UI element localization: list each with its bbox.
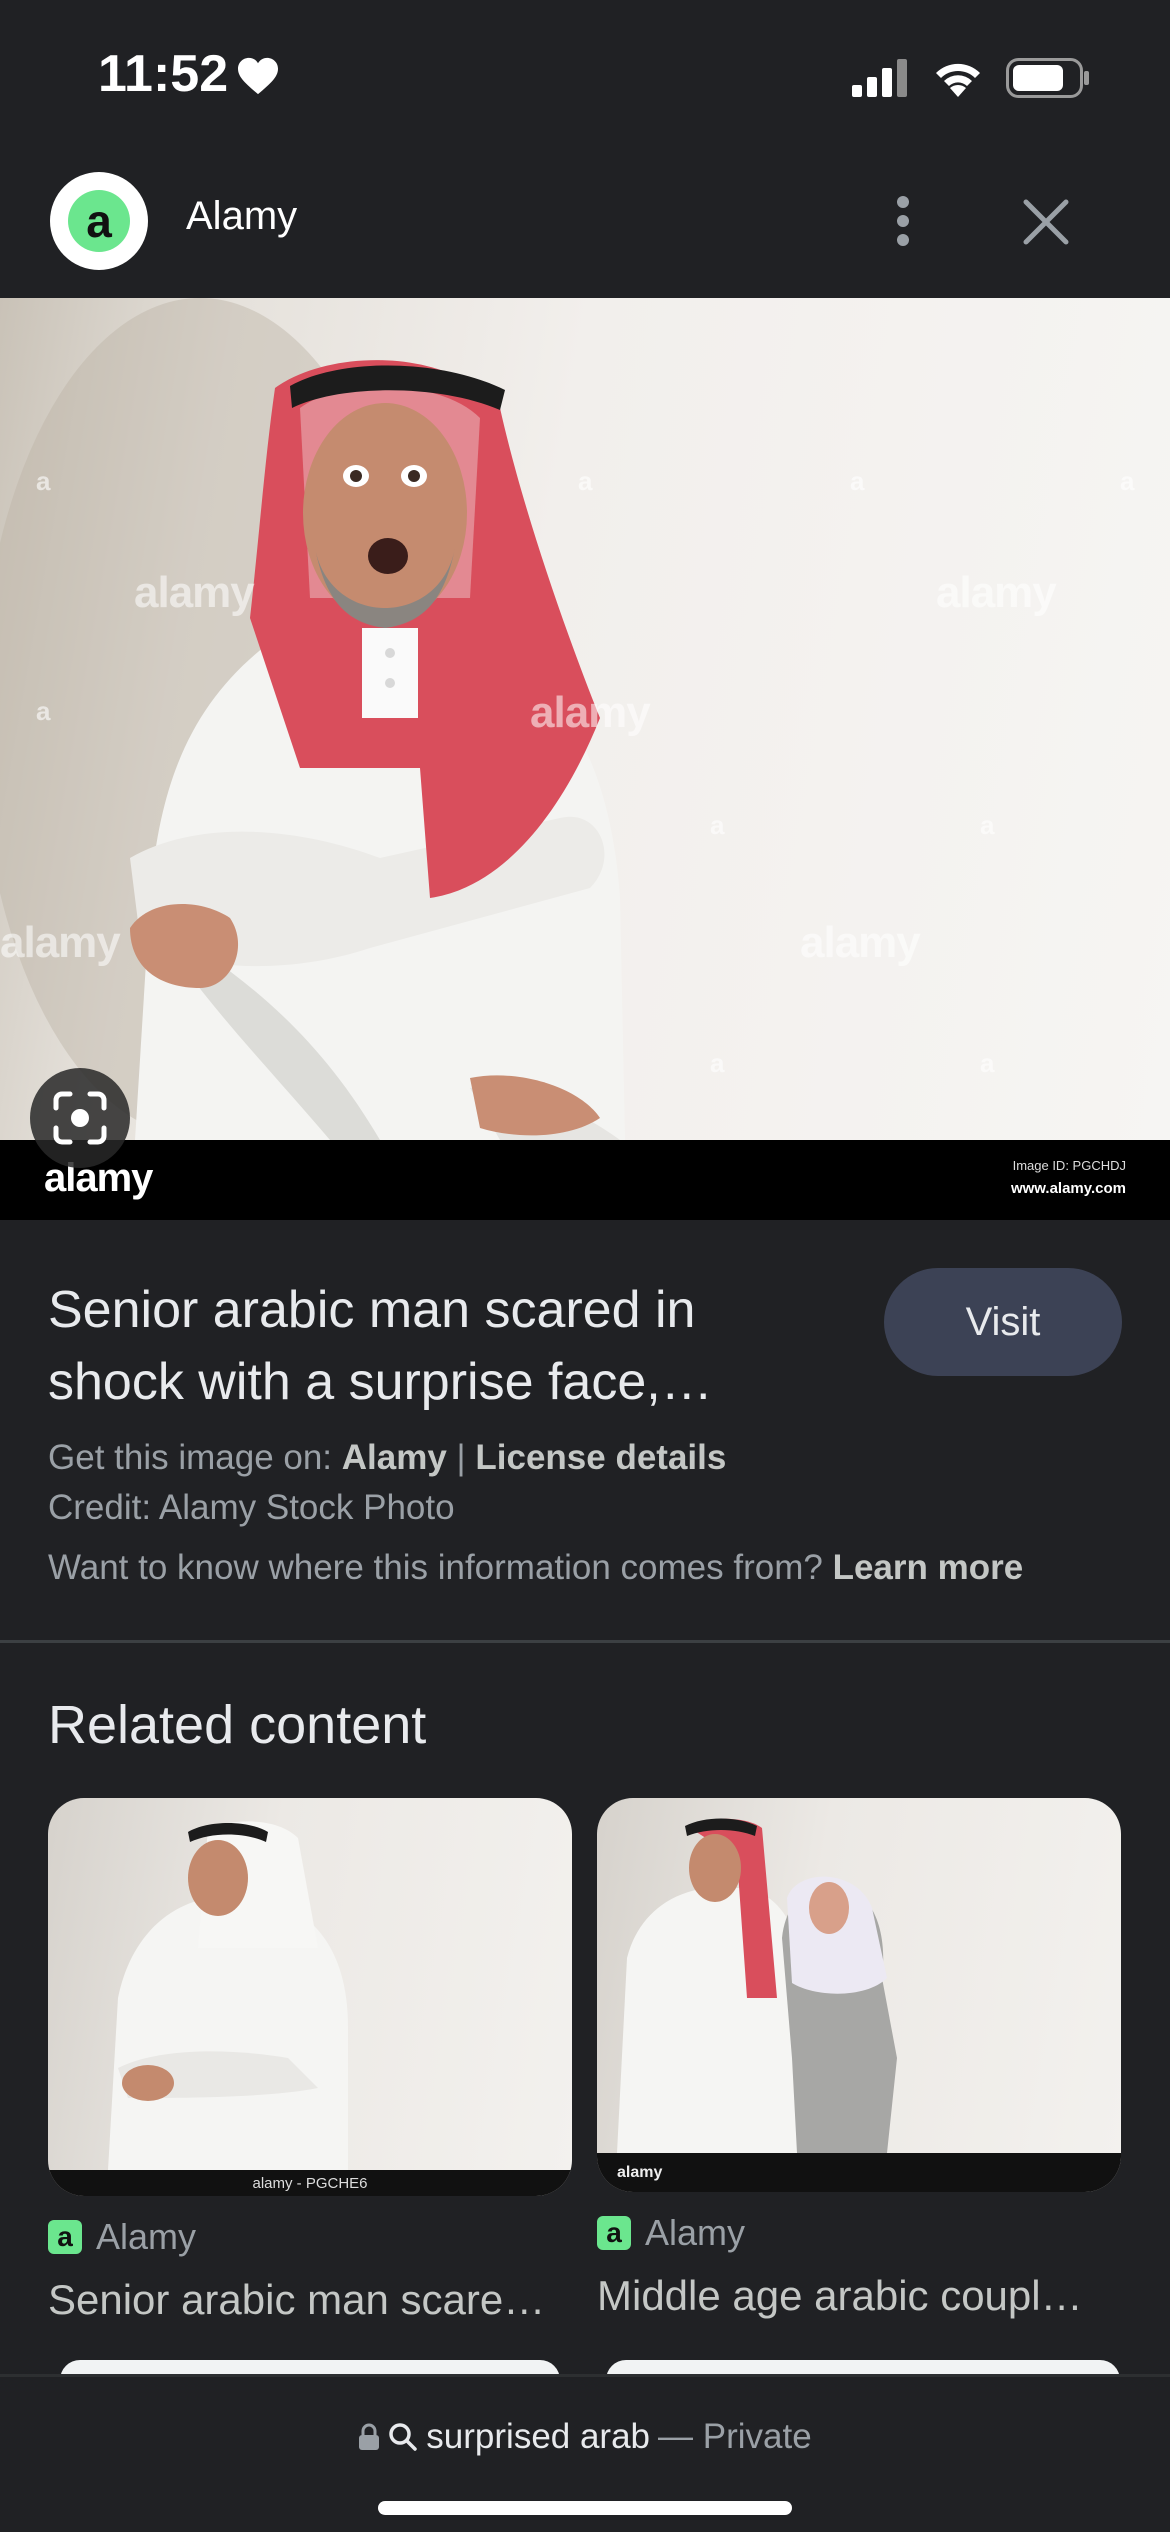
separator: | (446, 1438, 476, 1477)
alamy-favicon-icon: a (597, 2216, 631, 2250)
watermark: alamy (0, 918, 121, 967)
battery-icon (1006, 58, 1089, 98)
hero-photo: alamy alamy alamy alamy alamy a a a a a … (0, 298, 1170, 1140)
heart-icon (238, 57, 278, 95)
google-lens-button[interactable] (30, 1068, 130, 1168)
site-logo[interactable]: a (50, 172, 148, 270)
page-header: a Alamy (0, 150, 1170, 298)
card-title[interactable]: Middle age arabic coupl… (597, 2272, 1121, 2320)
image-title[interactable]: Senior arabic man scared in shock with a… (48, 1274, 808, 1418)
more-options-icon[interactable] (870, 188, 936, 254)
watermark-letter: a (36, 696, 51, 726)
card-source: a Alamy (48, 2216, 572, 2258)
thumbnail-strip-text: alamy (617, 2164, 662, 2181)
thumbnail-illustration: alamy (597, 1818, 1121, 2192)
card-title[interactable]: Senior arabic man scare… (48, 2276, 572, 2324)
status-time: 11:52 (98, 45, 229, 103)
watermark-letter: a (710, 810, 725, 840)
learn-more-link[interactable]: Learn more (833, 1548, 1024, 1587)
search-icon (389, 2423, 418, 2451)
question-text: Want to know where this information come… (48, 1548, 833, 1587)
alamy-logo-icon: a (68, 190, 130, 252)
source-link[interactable]: Alamy (342, 1438, 447, 1477)
related-card[interactable]: alamy a Alamy Middle age arabic coupl… (597, 1798, 1121, 2320)
lens-icon (53, 1091, 107, 1145)
credit-line: Credit: Alamy Stock Photo (48, 1488, 455, 1527)
search-query: surprised arab (426, 2417, 651, 2456)
image-credit-strip: alamy Image ID: PGCHDJ www.alamy.com (0, 1140, 1170, 1220)
watermark: alamy (530, 688, 651, 737)
watermark-letter: a (980, 810, 995, 840)
private-label: — Private (658, 2417, 812, 2456)
related-thumbnail[interactable]: alamy (597, 1798, 1121, 2192)
cellular-signal-icon (852, 59, 907, 97)
related-card[interactable]: alamy - PGCHE6 a Alamy Senior arabic man… (48, 1798, 572, 2324)
status-icons (852, 58, 1090, 98)
divider (0, 1640, 1170, 1643)
watermark: alamy (800, 918, 921, 967)
thumbnail-illustration: alamy - PGCHE6 (48, 1821, 572, 2196)
watermark-letter: a (36, 466, 51, 496)
watermark: alamy (134, 568, 255, 617)
related-thumbnail[interactable]: alamy - PGCHE6 (48, 1798, 572, 2196)
watermark-letter: a (1120, 466, 1135, 496)
source-name: Alamy (96, 2216, 197, 2257)
watermark-letter: a (980, 1048, 995, 1078)
watermark: alamy (936, 568, 1057, 617)
thumbnail-strip-text: alamy - PGCHE6 (252, 2175, 367, 2192)
watermark-letter: a (578, 466, 593, 496)
card-source: a Alamy (597, 2212, 1121, 2254)
lock-icon (359, 2423, 380, 2450)
source-line: Get this image on: Alamy | License detai… (48, 1438, 726, 1478)
site-name[interactable]: Alamy (186, 194, 297, 239)
status-bar: 11:52 (0, 0, 1170, 150)
info-question: Want to know where this information come… (48, 1548, 1023, 1588)
image-info: Senior arabic man scared in shock with a… (0, 1220, 1170, 1640)
license-details-link[interactable]: License details (475, 1438, 726, 1477)
visit-button[interactable]: Visit (884, 1268, 1122, 1376)
home-indicator[interactable] (378, 2501, 792, 2515)
search-query-row[interactable]: surprised arab — Private (0, 2417, 1170, 2457)
image-url: www.alamy.com (1010, 1180, 1126, 1197)
alamy-favicon-icon: a (48, 2220, 82, 2254)
watermark-letter: a (850, 466, 865, 496)
watermark-letter: a (710, 1048, 725, 1078)
source-name: Alamy (645, 2212, 746, 2253)
image-id: Image ID: PGCHDJ (1012, 1158, 1126, 1173)
bottom-search-bar[interactable]: surprised arab — Private (0, 2374, 1170, 2532)
close-icon[interactable] (1010, 186, 1082, 258)
get-label: Get this image on: (48, 1438, 342, 1477)
related-content-heading: Related content (48, 1695, 427, 1755)
preview-image[interactable]: alamy alamy alamy alamy alamy a a a a a … (0, 298, 1170, 1220)
wifi-icon (936, 63, 980, 97)
